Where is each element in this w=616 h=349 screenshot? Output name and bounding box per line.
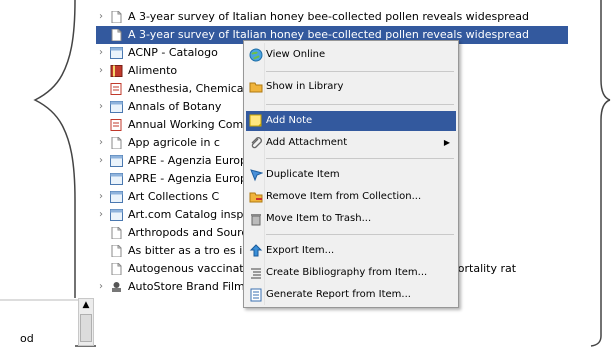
webpage-icon <box>110 47 123 59</box>
menu-item-move-item-to-trash[interactable]: Move Item to Trash... <box>246 209 456 229</box>
item-title: Alimento <box>128 64 178 77</box>
expand-twisty-icon[interactable]: › <box>96 188 106 206</box>
right-brace <box>590 0 611 347</box>
note-icon <box>249 114 263 128</box>
report-icon <box>249 288 263 302</box>
expand-twisty-icon[interactable]: › <box>96 206 106 224</box>
doc-icon <box>110 28 123 42</box>
item-title: Art Collections C <box>128 190 220 203</box>
export-icon <box>249 244 263 258</box>
menu-item-label: Add Attachment <box>266 137 348 148</box>
expand-twisty-icon[interactable]: › <box>96 44 106 62</box>
webpage-icon <box>110 101 123 113</box>
item-title: Annals of Botany <box>128 100 222 113</box>
menu-item-label: View Online <box>266 49 326 60</box>
menu-item-generate-report[interactable]: Generate Report from Item... <box>246 285 456 305</box>
duplicate-icon <box>249 168 264 182</box>
expand-twisty-icon[interactable]: › <box>96 98 106 116</box>
item-title: App agricole in c <box>128 136 220 149</box>
paperclip-icon <box>249 136 263 150</box>
expand-twisty-icon[interactable]: › <box>96 152 106 170</box>
menu-item-label: Create Bibliography from Item... <box>266 267 428 278</box>
webpage-icon <box>110 173 123 185</box>
menu-separator <box>266 71 454 72</box>
menu-item-show-in-library[interactable]: Show in Library <box>246 77 456 97</box>
menu-item-remove-item-from-collection[interactable]: Remove Item from Collection... <box>246 187 456 207</box>
item-title: ACNP - Catalogo <box>128 46 218 59</box>
menu-item-view-online[interactable]: View Online <box>246 45 456 65</box>
context-menu: View Online Show in Library Add Note Add At… <box>243 40 459 308</box>
left-brace <box>0 0 96 347</box>
webpage-icon <box>110 191 123 203</box>
report-icon <box>110 83 123 95</box>
menu-item-duplicate-item[interactable]: Duplicate Item <box>246 165 456 185</box>
menu-item-label: Duplicate Item <box>266 169 340 180</box>
item-title: A 3-year survey of Italian honey bee-col… <box>128 10 529 23</box>
report-icon <box>110 119 123 131</box>
expand-twisty-icon[interactable]: › <box>96 62 106 80</box>
doc-icon <box>110 136 123 150</box>
menu-item-add-note[interactable]: Add Note <box>246 111 456 131</box>
expand-twisty-icon[interactable]: › <box>96 278 106 296</box>
menu-item-label: Move Item to Trash... <box>266 213 372 224</box>
expand-twisty-icon[interactable]: › <box>96 134 106 152</box>
doc-icon <box>110 244 123 258</box>
webpage-icon <box>110 155 123 167</box>
menu-item-label: Export Item... <box>266 245 335 256</box>
doc-icon <box>110 226 123 240</box>
menu-separator <box>266 104 454 105</box>
menu-separator <box>266 158 454 159</box>
webpage-icon <box>110 209 123 221</box>
menu-item-export-item[interactable]: Export Item... <box>246 241 456 261</box>
menu-item-label: Add Note <box>266 115 313 126</box>
doc-icon <box>110 10 123 24</box>
submenu-arrow-icon: ▶ <box>443 138 450 147</box>
menu-item-create-bibliography[interactable]: Create Bibliography from Item... <box>246 263 456 283</box>
left-panel-scrollbar[interactable]: ▲ <box>78 298 94 346</box>
menu-item-label: Remove Item from Collection... <box>266 191 422 202</box>
scroll-up-arrow-icon[interactable]: ▲ <box>79 299 93 312</box>
trash-icon <box>249 212 263 226</box>
list-item[interactable]: › A 3-year survey of Italian honey bee-co… <box>96 8 568 26</box>
video-icon <box>110 281 123 293</box>
globe-icon <box>249 48 263 62</box>
menu-item-label: Generate Report from Item... <box>266 289 411 300</box>
menu-separator <box>266 234 454 235</box>
book-icon <box>110 65 123 77</box>
folder-icon <box>249 80 263 94</box>
expand-twisty-icon[interactable]: › <box>96 8 106 26</box>
doc-icon <box>110 262 123 276</box>
left-panel-text: od <box>20 332 34 345</box>
menu-item-label: Show in Library <box>266 81 344 92</box>
remove-folder-icon <box>249 190 263 204</box>
scrollbar-thumb[interactable] <box>80 314 92 342</box>
bibliography-icon <box>249 266 263 280</box>
menu-item-add-attachment[interactable]: Add Attachment ▶ <box>246 133 456 153</box>
